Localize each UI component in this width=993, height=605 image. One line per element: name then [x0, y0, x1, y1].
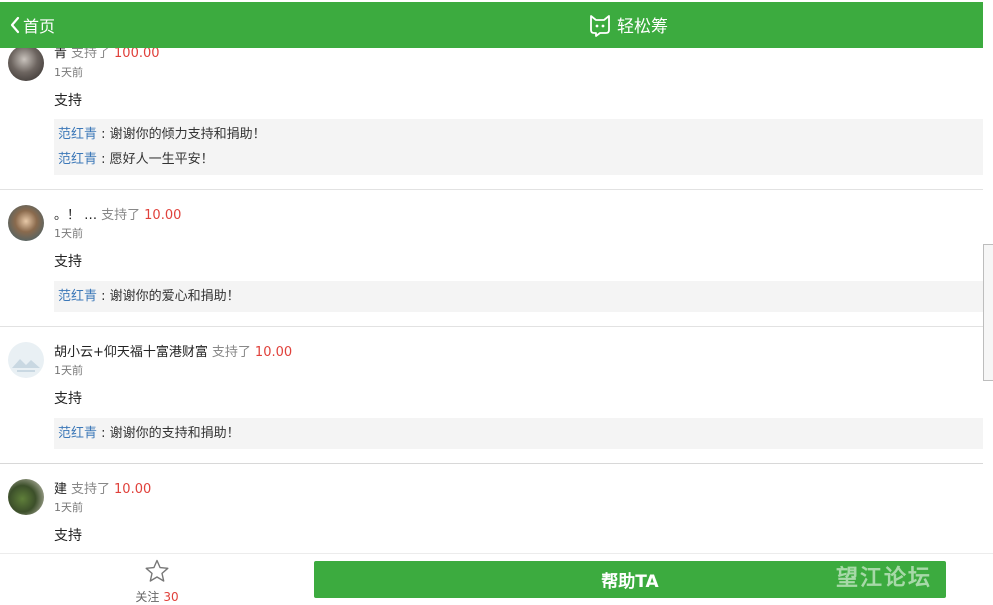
brand-name: 轻松筹	[617, 17, 668, 37]
comment-time: 1天前	[54, 66, 83, 79]
back-home-button[interactable]: 首页	[10, 13, 55, 37]
watermark-text: 望江论坛	[836, 566, 933, 591]
reply-separator: :	[97, 426, 110, 441]
reply-item: 范红青 : 愿好人一生平安！	[58, 147, 979, 172]
support-verb: 支持了	[211, 345, 251, 360]
reply-list: 范红青 : 谢谢你的爱心和捐助！	[54, 281, 983, 312]
support-amount: 10.00	[254, 345, 293, 360]
follow-label-group: 关注 30	[128, 588, 186, 605]
comment-message: 支持	[54, 391, 82, 407]
supporter-name[interactable]: 建	[54, 482, 67, 497]
reply-text: 谢谢你的支持和捐助！	[109, 426, 240, 441]
brand-logo: 轻松筹	[588, 12, 668, 37]
reply-author[interactable]: 范红青	[58, 289, 97, 304]
support-verb: 支持了	[71, 482, 111, 497]
default-avatar-icon	[12, 359, 40, 372]
support-verb: 支持了	[71, 46, 111, 61]
back-home-label: 首页	[23, 17, 56, 36]
comment-message: 支持	[54, 254, 82, 270]
support-verb: 支持了	[101, 208, 141, 223]
comment-header: 胡小云+仰天福十富港财富 支持了 10.00	[54, 341, 292, 360]
reply-list: 范红青 : 谢谢你的支持和捐助！	[54, 418, 983, 449]
comment-time: 1天前	[54, 501, 83, 514]
reply-text: 谢谢你的倾力支持和捐助！	[109, 127, 266, 142]
supporter-name[interactable]: 胡小云+仰天福十富港财富	[54, 345, 208, 360]
comment-time: 1天前	[54, 227, 83, 240]
supporter-name[interactable]: 青	[54, 46, 67, 61]
support-amount: 10.00	[114, 482, 152, 497]
comment-item: 青支持了 100.00 1天前 支持 范红青 : 谢谢你的倾力支持和捐助！ 范红青…	[0, 30, 983, 190]
supporter-name[interactable]: 。！ …	[54, 208, 97, 223]
follow-label: 关注	[135, 590, 160, 604]
reply-item: 范红青 : 谢谢你的支持和捐助！	[58, 421, 979, 446]
reply-text: 愿好人一生平安！	[109, 152, 214, 167]
reply-author[interactable]: 范红青	[58, 127, 97, 142]
reply-separator: :	[97, 152, 110, 167]
support-amount: 100.00	[114, 46, 160, 61]
top-navigation-bar: 首页 轻松筹	[0, 2, 983, 48]
avatar[interactable]	[8, 479, 44, 515]
support-amount: 10.00	[144, 208, 182, 223]
reply-separator: :	[97, 289, 110, 304]
comment-header: 。！ … 支持了 10.00	[54, 204, 181, 223]
reply-author[interactable]: 范红青	[58, 152, 97, 167]
reply-separator: :	[97, 127, 110, 142]
comment-message: 支持	[54, 93, 82, 109]
avatar[interactable]	[8, 342, 44, 378]
side-scroll-panel-edge[interactable]	[983, 244, 993, 381]
follow-count: 30	[163, 590, 179, 604]
cat-logo-icon	[590, 14, 610, 37]
comment-time: 1天前	[54, 364, 83, 377]
follow-button[interactable]: 关注 30	[128, 559, 186, 605]
chevron-left-icon	[10, 16, 20, 34]
comment-message: 支持	[54, 528, 82, 544]
avatar[interactable]	[8, 45, 44, 81]
avatar[interactable]	[8, 205, 44, 241]
comment-item: 胡小云+仰天福十富港财富 支持了 10.00 1天前 支持 范红青 : 谢谢你的支持…	[0, 327, 983, 464]
comment-header: 建支持了 10.00	[54, 478, 151, 497]
reply-list: 范红青 : 谢谢你的倾力支持和捐助！ 范红青 : 愿好人一生平安！	[54, 119, 983, 175]
reply-text: 谢谢你的爱心和捐助！	[109, 289, 240, 304]
reply-author[interactable]: 范红青	[58, 426, 97, 441]
reply-item: 范红青 : 谢谢你的倾力支持和捐助！	[58, 122, 979, 147]
star-outline-icon	[145, 559, 169, 582]
reply-item: 范红青 : 谢谢你的爱心和捐助！	[58, 284, 979, 309]
comment-item: 。！ … 支持了 10.00 1天前 支持 范红青 : 谢谢你的爱心和捐助！	[0, 190, 983, 327]
